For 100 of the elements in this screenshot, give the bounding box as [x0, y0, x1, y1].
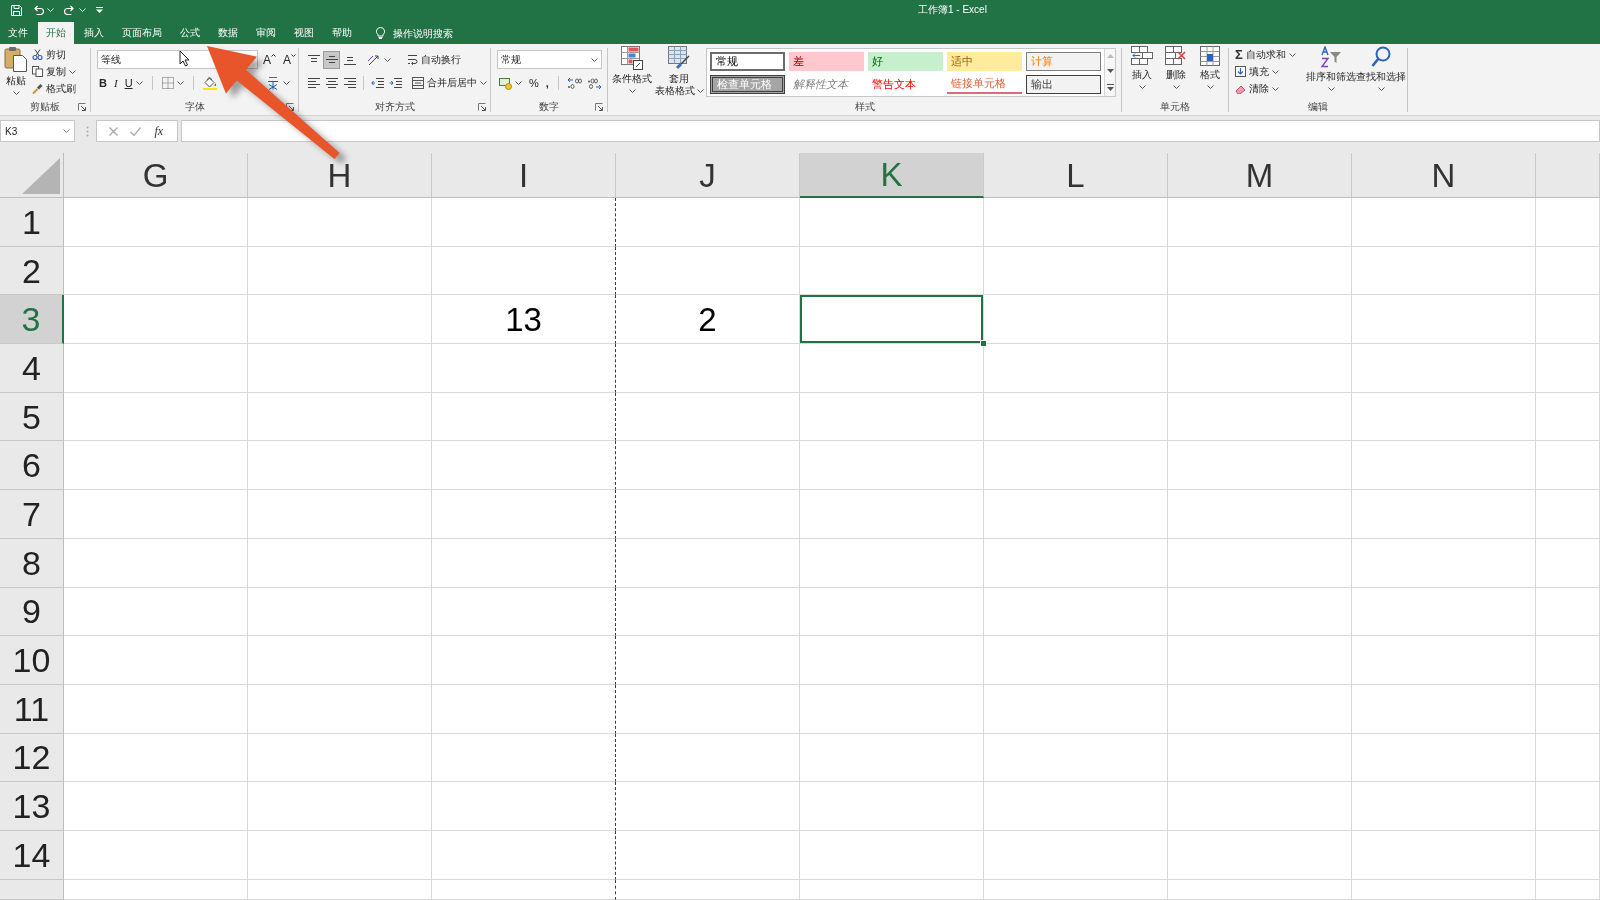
italic-button[interactable]: I [111, 74, 120, 92]
row-header[interactable]: 12 [0, 733, 64, 783]
fill-color-button[interactable] [200, 74, 219, 92]
insert-function-button[interactable]: fx [152, 124, 166, 138]
ribbon-tab[interactable]: 帮助 [324, 22, 360, 44]
grid-cell[interactable]: 13 [432, 295, 616, 345]
cell-style-item[interactable]: 适中 [947, 52, 1022, 71]
paste-button[interactable]: 粘贴 [4, 44, 28, 99]
ribbon-tab[interactable]: 页面布局 [114, 22, 170, 44]
grid-cell[interactable] [432, 830, 616, 880]
copy-button[interactable]: 复制 [31, 63, 77, 80]
grid-cell[interactable] [432, 246, 616, 296]
row-header[interactable]: 11 [0, 684, 64, 734]
scroll-down-icon[interactable] [1106, 69, 1114, 73]
caret-icon[interactable] [47, 8, 54, 12]
redo-icon[interactable] [64, 5, 76, 15]
number-format-field[interactable]: 常规 [497, 50, 602, 69]
format-as-table-button[interactable]: 套用 表格格式 [654, 44, 704, 99]
check-icon[interactable] [129, 126, 141, 136]
scroll-up-icon[interactable] [1106, 54, 1114, 59]
formula-input-field[interactable] [181, 120, 1600, 142]
ribbon-tab[interactable]: 公式 [172, 22, 208, 44]
shrink-font-button[interactable]: A [281, 50, 299, 69]
row-header[interactable]: 1 [0, 198, 64, 247]
row-header[interactable]: 5 [0, 392, 64, 442]
grid-cell[interactable] [432, 538, 616, 588]
ribbon-tab[interactable]: 开始 [38, 22, 74, 44]
row-header[interactable]: 6 [0, 441, 64, 491]
save-icon[interactable] [11, 4, 22, 16]
active-cell[interactable] [800, 295, 984, 345]
cell-style-item[interactable]: 常规 [710, 52, 785, 71]
clear-button[interactable]: 清除 [1234, 80, 1306, 97]
cell-style-item[interactable]: 输出 [1026, 75, 1101, 94]
select-all-button[interactable] [0, 153, 64, 198]
insert-button[interactable]: 插入 [1127, 44, 1157, 99]
grid-cell[interactable]: 2 [616, 295, 800, 345]
cross-icon[interactable] [108, 126, 118, 136]
column-header[interactable]: J [616, 153, 800, 198]
more-styles-icon[interactable] [1106, 83, 1114, 91]
grid-cell[interactable] [432, 782, 616, 831]
column-header[interactable] [1536, 153, 1600, 198]
percent-button[interactable]: % [527, 74, 541, 92]
format-button[interactable]: 格式 [1195, 44, 1225, 99]
cell-style-item[interactable]: 警告文本 [868, 75, 943, 94]
column-header[interactable]: H [248, 153, 432, 198]
customize-toolbar-icon[interactable] [96, 7, 103, 13]
row-header[interactable]: 9 [0, 587, 64, 637]
sort-filter-button[interactable]: 排序和筛选 [1306, 44, 1356, 99]
grid-cell[interactable] [432, 344, 616, 393]
borders-button[interactable] [159, 74, 186, 92]
grid-cell[interactable] [432, 879, 616, 900]
caret-icon[interactable] [79, 8, 86, 12]
cell-style-item[interactable]: 解释性文本 [789, 75, 864, 94]
column-header[interactable]: G [64, 153, 248, 198]
row-header[interactable]: 10 [0, 636, 64, 685]
column-header[interactable]: I [432, 153, 616, 198]
wrap-text-button[interactable]: 自动换行 [406, 51, 462, 69]
row-header[interactable]: 13 [0, 782, 64, 831]
column-header[interactable]: K [800, 153, 984, 198]
undo-icon[interactable] [32, 5, 44, 15]
autosum-button[interactable]: Σ 自动求和 [1234, 46, 1306, 63]
merge-center-button[interactable]: 合并后居中 [411, 74, 488, 92]
format-painter-button[interactable]: 格式刷 [31, 80, 77, 97]
cell-style-item[interactable]: 差 [789, 52, 864, 71]
dialog-launcher-icon[interactable] [478, 103, 486, 111]
fill-button[interactable]: 填充 [1234, 63, 1306, 80]
cell-style-item[interactable]: 链接单元格 [947, 75, 1022, 94]
grid-cell[interactable] [432, 490, 616, 539]
row-header[interactable]: 4 [0, 344, 64, 393]
name-box[interactable]: K3 [0, 120, 75, 142]
row-header[interactable]: 3 [0, 295, 64, 345]
ribbon-tab[interactable]: 数据 [210, 22, 246, 44]
row-header[interactable]: 7 [0, 490, 64, 539]
align-middle-button[interactable] [323, 51, 340, 69]
column-header[interactable]: N [1352, 153, 1536, 198]
row-header[interactable]: 14 [0, 830, 64, 880]
row-header[interactable]: 8 [0, 538, 64, 588]
grid-cell[interactable] [432, 441, 616, 491]
comma-style-button[interactable]: , [543, 74, 551, 92]
grid-cell[interactable] [432, 198, 616, 247]
conditional-formatting-button[interactable]: 条件格式 [610, 44, 654, 99]
ribbon-tab[interactable]: 文件 [0, 22, 36, 44]
column-header[interactable]: M [1168, 153, 1352, 198]
dialog-launcher-icon[interactable] [595, 103, 603, 111]
ribbon-tab[interactable]: 视图 [286, 22, 322, 44]
row-header[interactable] [0, 879, 64, 900]
tell-me-search-button[interactable]: 操作说明搜索 [376, 22, 453, 44]
grid-cell[interactable] [432, 684, 616, 734]
bold-button[interactable]: B [97, 74, 109, 92]
row-header[interactable]: 2 [0, 246, 64, 296]
grid-cell[interactable] [432, 392, 616, 442]
grid-cell[interactable] [432, 733, 616, 783]
grid-cell[interactable] [432, 636, 616, 685]
ribbon-tab[interactable]: 插入 [76, 22, 112, 44]
find-select-button[interactable]: 查找和选择 [1356, 44, 1406, 99]
grid-cell[interactable] [432, 587, 616, 637]
column-header[interactable]: L [984, 153, 1168, 198]
ribbon-tab[interactable]: 审阅 [248, 22, 284, 44]
underline-button[interactable]: U [122, 74, 145, 92]
cell-style-item[interactable]: 好 [868, 52, 943, 71]
